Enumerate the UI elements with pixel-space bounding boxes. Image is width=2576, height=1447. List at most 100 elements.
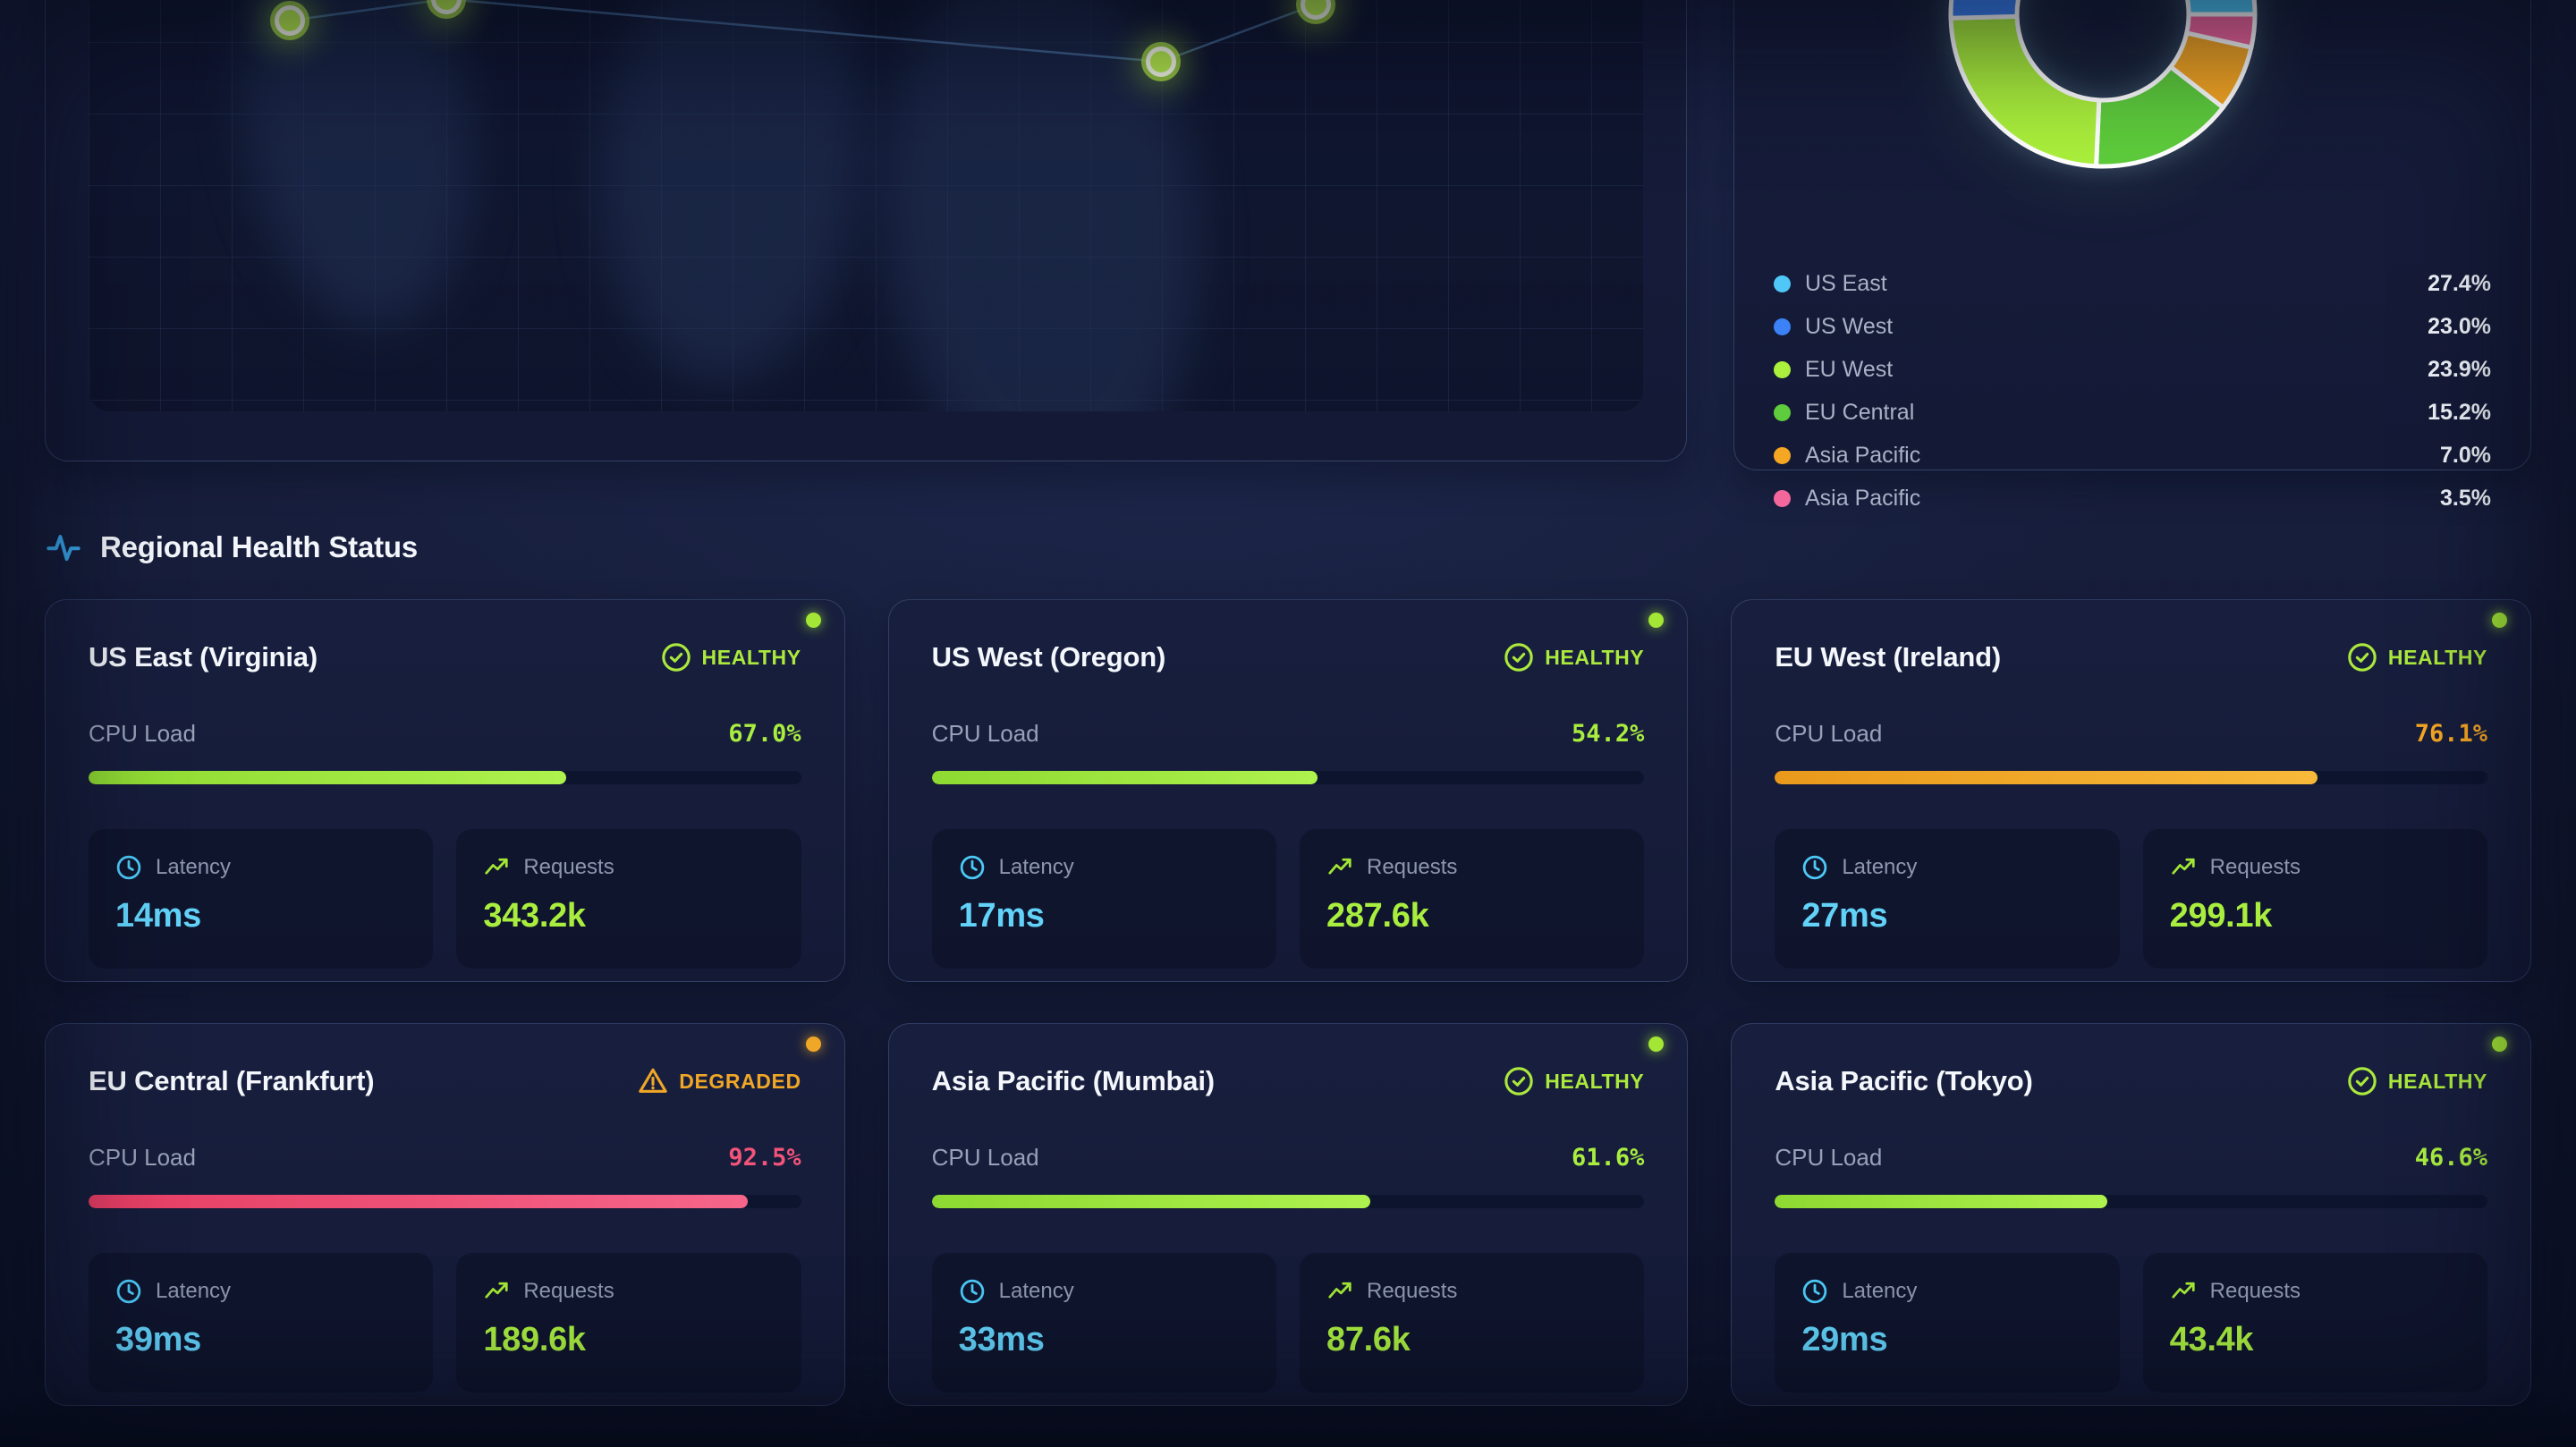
warning-triangle-icon [638,1066,668,1096]
latency-value: 39ms [115,1321,406,1359]
status-dot [2492,613,2507,628]
cpu-row: CPU Load 67.0% [89,720,801,748]
latency-metric: Latency 27ms [1775,829,2119,969]
legend-label: Asia Pacific [1805,443,1920,469]
region-name: US East (Virginia) [89,641,318,673]
status-badge: DEGRADED [638,1066,801,1096]
card-header: Asia Pacific (Mumbai) HEALTHY [932,1065,1645,1097]
donut-legend: US East 27.4% US West 23.0% EU West 23.9… [1774,262,2491,520]
requests-label: Requests [2210,855,2301,880]
cpu-progress-track [1775,1195,2487,1208]
legend-label: US West [1805,314,1893,340]
latency-label: Latency [1842,1279,1917,1304]
cpu-progress-track [932,771,1645,784]
section-header: Regional Health Status [47,526,418,569]
trending-up-icon [483,854,510,881]
status-badge: HEALTHY [1504,1066,1644,1096]
donut-segment [1951,0,2090,18]
requests-metric: Requests 299.1k [2143,829,2487,969]
requests-label: Requests [1367,1279,1457,1304]
legend-label: EU West [1805,357,1893,383]
section-title: Regional Health Status [100,530,418,564]
card-header: US East (Virginia) HEALTHY [89,641,801,673]
status-badge: HEALTHY [2347,642,2487,673]
legend-color-dot [1774,361,1791,378]
region-card-us-west: US West (Oregon) HEALTHY CPU Load [888,599,1689,982]
metric-header: Requests [2170,854,2461,881]
status-label: HEALTHY [2388,1070,2487,1094]
cpu-progress-fill [1775,1195,2106,1208]
legend-value: 15.2% [2428,400,2491,426]
world-map-panel [45,0,1687,461]
metric-header: Requests [1326,854,1617,881]
cpu-load-value: 67.0% [728,720,801,748]
cpu-load-value: 54.2% [1572,720,1644,748]
latency-label: Latency [999,1279,1074,1304]
legend-item[interactable]: EU Central 15.2% [1774,391,2491,434]
dashboard-root: US East 27.4% US West 23.0% EU West 23.9… [0,0,2576,1447]
map-server-node [1146,47,1176,77]
clock-icon [959,854,986,881]
metrics: Latency 39ms Requests 189.6k [89,1253,801,1392]
cpu-progress-track [932,1195,1645,1208]
legend-item[interactable]: Asia Pacific 7.0% [1774,434,2491,477]
cpu-row: CPU Load 61.6% [932,1144,1645,1172]
cpu-load-label: CPU Load [1775,1144,1882,1172]
check-circle-icon [1504,642,1534,673]
latency-label: Latency [156,855,231,880]
region-cards-row-1: US East (Virginia) HEALTHY CPU Load [0,599,2576,982]
requests-metric: Requests 43.4k [2143,1253,2487,1392]
metrics: Latency 33ms Requests 87.6k [932,1253,1645,1392]
cpu-row: CPU Load 46.6% [1775,1144,2487,1172]
cpu-progress-track [89,771,801,784]
map-server-node [275,5,305,36]
cpu-progress-fill [89,771,566,784]
status-badge: HEALTHY [1504,642,1644,673]
cpu-load-label: CPU Load [89,720,196,748]
region-card-eu-central: EU Central (Frankfurt) DEGRADED CPU Load [45,1023,845,1406]
status-label: HEALTHY [1545,1070,1644,1094]
legend-value: 27.4% [2428,271,2491,297]
requests-value: 189.6k [483,1321,774,1359]
status-badge: HEALTHY [2347,1066,2487,1096]
status-label: HEALTHY [2388,646,2487,670]
requests-value: 299.1k [2170,897,2461,935]
status-dot [1648,1037,1664,1052]
metric-header: Requests [483,1278,774,1305]
card-header: US West (Oregon) HEALTHY [932,641,1645,673]
cpu-progress-fill [932,771,1318,784]
card-header: EU West (Ireland) HEALTHY [1775,641,2487,673]
metric-header: Requests [483,854,774,881]
latency-label: Latency [1842,855,1917,880]
legend-color-dot [1774,275,1791,292]
clock-icon [1801,1278,1828,1305]
legend-item[interactable]: Asia Pacific 3.5% [1774,477,2491,520]
status-label: HEALTHY [1545,646,1644,670]
map-connection-line [290,0,446,21]
legend-color-dot [1774,447,1791,464]
region-card-us-east: US East (Virginia) HEALTHY CPU Load [45,599,845,982]
check-circle-icon [661,642,691,673]
legend-value: 7.0% [2440,443,2491,469]
requests-value: 287.6k [1326,897,1617,935]
latency-value: 17ms [959,897,1250,935]
clock-icon [1801,854,1828,881]
metrics: Latency 27ms Requests 299.1k [1775,829,2487,969]
legend-item[interactable]: US East 27.4% [1774,262,2491,305]
legend-item[interactable]: US West 23.0% [1774,305,2491,348]
requests-metric: Requests 287.6k [1300,829,1644,969]
latency-metric: Latency 39ms [89,1253,433,1392]
card-header: EU Central (Frankfurt) DEGRADED [89,1065,801,1097]
legend-value: 3.5% [2440,486,2491,512]
cpu-load-label: CPU Load [932,1144,1039,1172]
status-dot [806,1037,821,1052]
cpu-row: CPU Load 54.2% [932,720,1645,748]
requests-label: Requests [1367,855,1457,880]
legend-item[interactable]: EU West 23.9% [1774,348,2491,391]
metrics: Latency 14ms Requests 343.2k [89,829,801,969]
cpu-load-label: CPU Load [932,720,1039,748]
region-card-asia-tokyo: Asia Pacific (Tokyo) HEALTHY CPU Load [1731,1023,2531,1406]
requests-value: 43.4k [2170,1321,2461,1359]
status-dot [1648,613,1664,628]
card-header: Asia Pacific (Tokyo) HEALTHY [1775,1065,2487,1097]
